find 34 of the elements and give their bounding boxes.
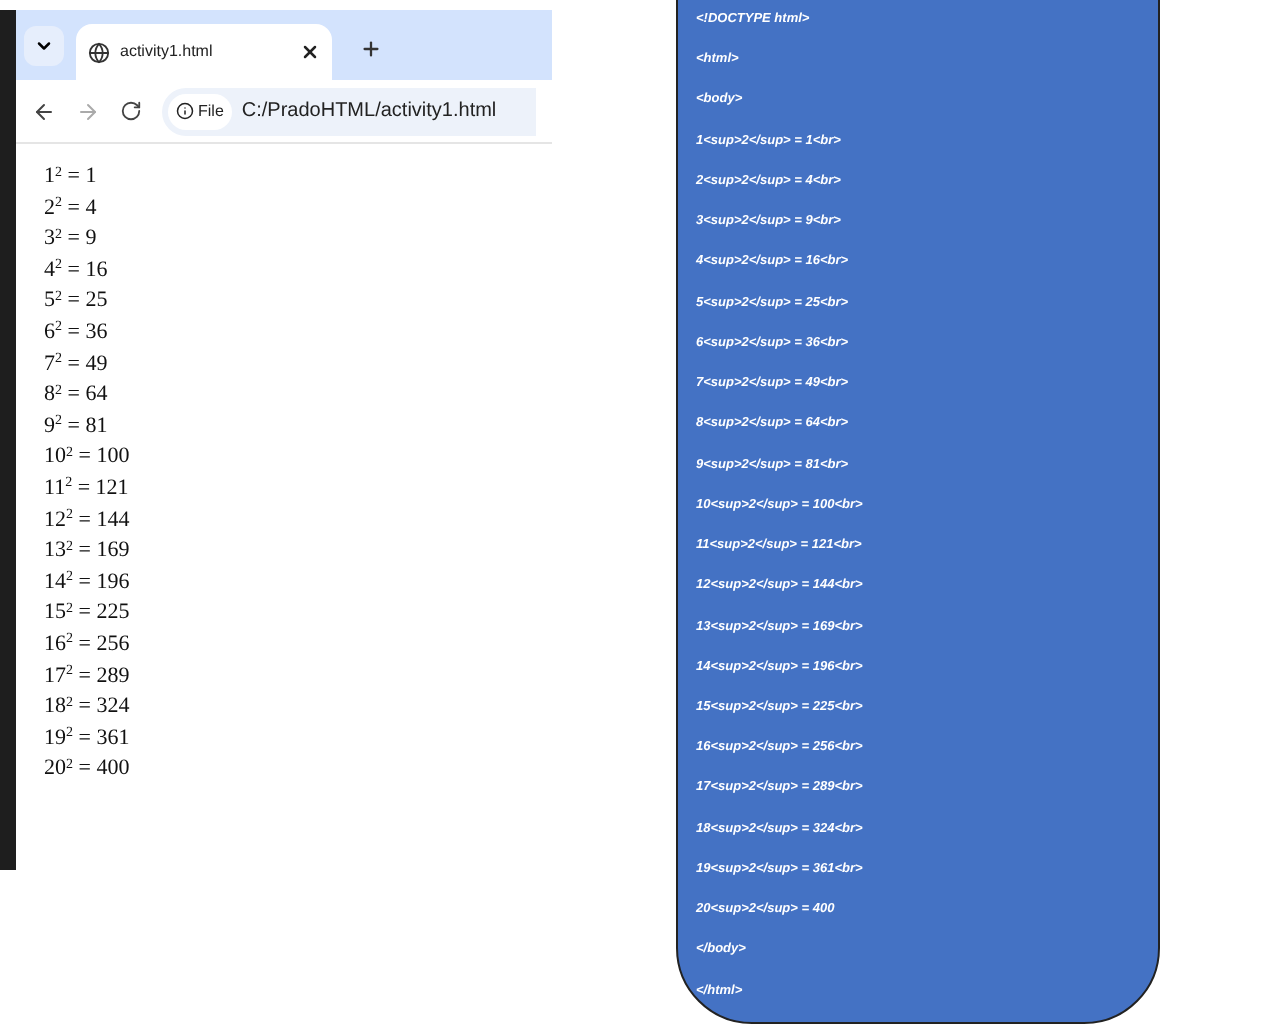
output-line: 16$^{2}$ = 256 [44,629,132,660]
output-line: 11$^{2}$ = 121 [44,473,131,504]
output-line: 19$^{2}$ = 361 [44,723,132,754]
output-line: 14$^{2}$ = 196 [44,567,132,598]
output-line: 12$^{2}$ = 144 [44,505,132,536]
chevron-down-icon [34,36,54,56]
new-tab-icon[interactable] [360,38,382,60]
output-line: 6$^{2}$ = 36 [44,317,110,348]
output-line: 2$^{2}$ = 4 [44,193,99,224]
site-info-chip[interactable]: File [168,93,232,129]
output-line: 5$^{2}$ = 25 [44,286,110,317]
output-line: 10$^{2}$ = 100 [44,442,132,473]
output-line: 7$^{2}$ = 49 [44,349,110,380]
reload-icon[interactable] [120,100,142,122]
output-line: 15$^{2}$ = 225 [44,598,132,629]
scheme-label: File [198,99,224,123]
globe-icon [88,41,110,63]
address-bar[interactable]: File C:/PradoHTML/activity1.html [162,87,536,135]
output-line: 3$^{2}$ = 9 [44,224,99,255]
output-line: 1$^{2}$ = 1 [44,162,99,192]
output-line: 4$^{2}$ = 16 [44,255,110,286]
tab-title: activity1.html [120,40,215,64]
output-line: 9$^{2}$ = 81 [44,411,110,442]
output-line: 13$^{2}$ = 169 [44,536,132,567]
url-text: C:/PradoHTML/activity1.html [241,98,497,126]
info-icon [176,102,194,120]
browser-tab[interactable]: activity1.html [76,24,332,80]
output-line: 17$^{2}$ = 289 [44,661,132,691]
back-icon[interactable] [32,99,56,123]
close-icon[interactable] [300,42,320,62]
output-line: 18$^{2}$ = 324 [44,692,132,723]
output-line: 20$^{2}$ = 400 [44,754,132,785]
tab-list-button[interactable] [24,26,64,66]
output-line: 8$^{2}$ = 64 [44,380,110,411]
